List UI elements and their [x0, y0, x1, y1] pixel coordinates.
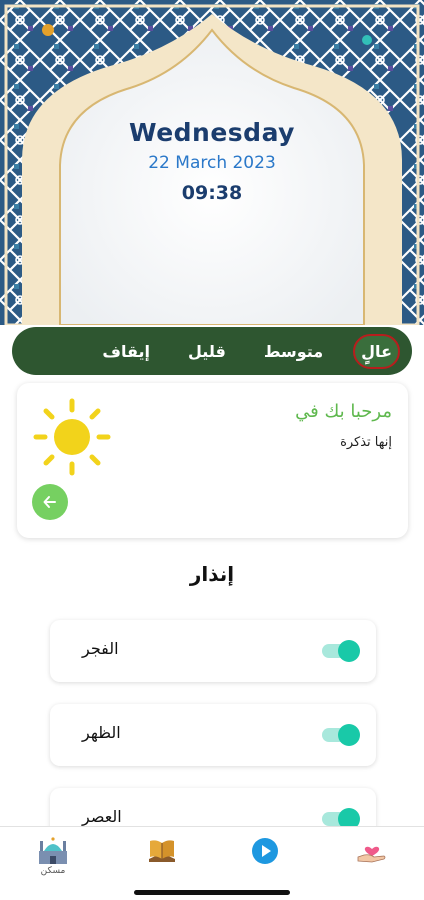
nav-home-label: مسكن — [40, 866, 66, 876]
prayer-label: العصر — [82, 807, 122, 826]
alert-level-selector: عالٍ متوسط قليل إيقاف — [12, 327, 412, 375]
welcome-card: مرحبا بك في إنها تذكرة — [17, 383, 408, 538]
welcome-subtitle: إنها تذكرة — [340, 435, 392, 450]
date-label: 22 March 2023 — [148, 153, 276, 173]
prayer-row-dhuhr: الظهر — [50, 704, 376, 766]
home-indicator — [134, 890, 290, 895]
warning-section-title: إنذار — [189, 562, 235, 586]
mosque-home-icon — [39, 837, 67, 864]
welcome-title: مرحبا بك في — [295, 401, 392, 422]
weekday-label: Wednesday — [129, 118, 295, 147]
bottom-navigation: مسكن — [0, 826, 424, 900]
sun-icon — [33, 398, 111, 476]
arrow-left-icon — [43, 496, 56, 508]
nav-item-home[interactable]: مسكن — [31, 835, 75, 879]
prayer-label: الظهر — [82, 723, 121, 742]
level-option-low[interactable]: قليل — [180, 336, 234, 367]
nav-item-quran[interactable] — [140, 835, 184, 879]
level-option-off[interactable]: إيقاف — [94, 336, 158, 367]
prayer-label: الفجر — [82, 639, 119, 658]
time-label: 09:38 — [181, 182, 243, 204]
dhuhr-toggle[interactable] — [322, 724, 360, 746]
level-option-high[interactable]: عالٍ — [353, 333, 400, 369]
header-banner: Wednesday 22 March 2023 09:38 — [0, 0, 424, 325]
fajr-toggle[interactable] — [322, 640, 360, 662]
charity-hand-heart-icon — [357, 846, 386, 863]
play-icon — [252, 838, 278, 864]
date-display: Wednesday 22 March 2023 09:38 — [0, 118, 424, 204]
toggle-knob — [338, 640, 360, 662]
level-option-medium[interactable]: متوسط — [256, 336, 331, 367]
prayer-row-fajr: الفجر — [50, 620, 376, 682]
toggle-knob — [338, 724, 360, 746]
nav-item-charity[interactable] — [350, 835, 394, 879]
quran-book-icon — [149, 840, 175, 862]
back-button[interactable] — [32, 484, 68, 520]
nav-item-play[interactable] — [243, 835, 287, 879]
